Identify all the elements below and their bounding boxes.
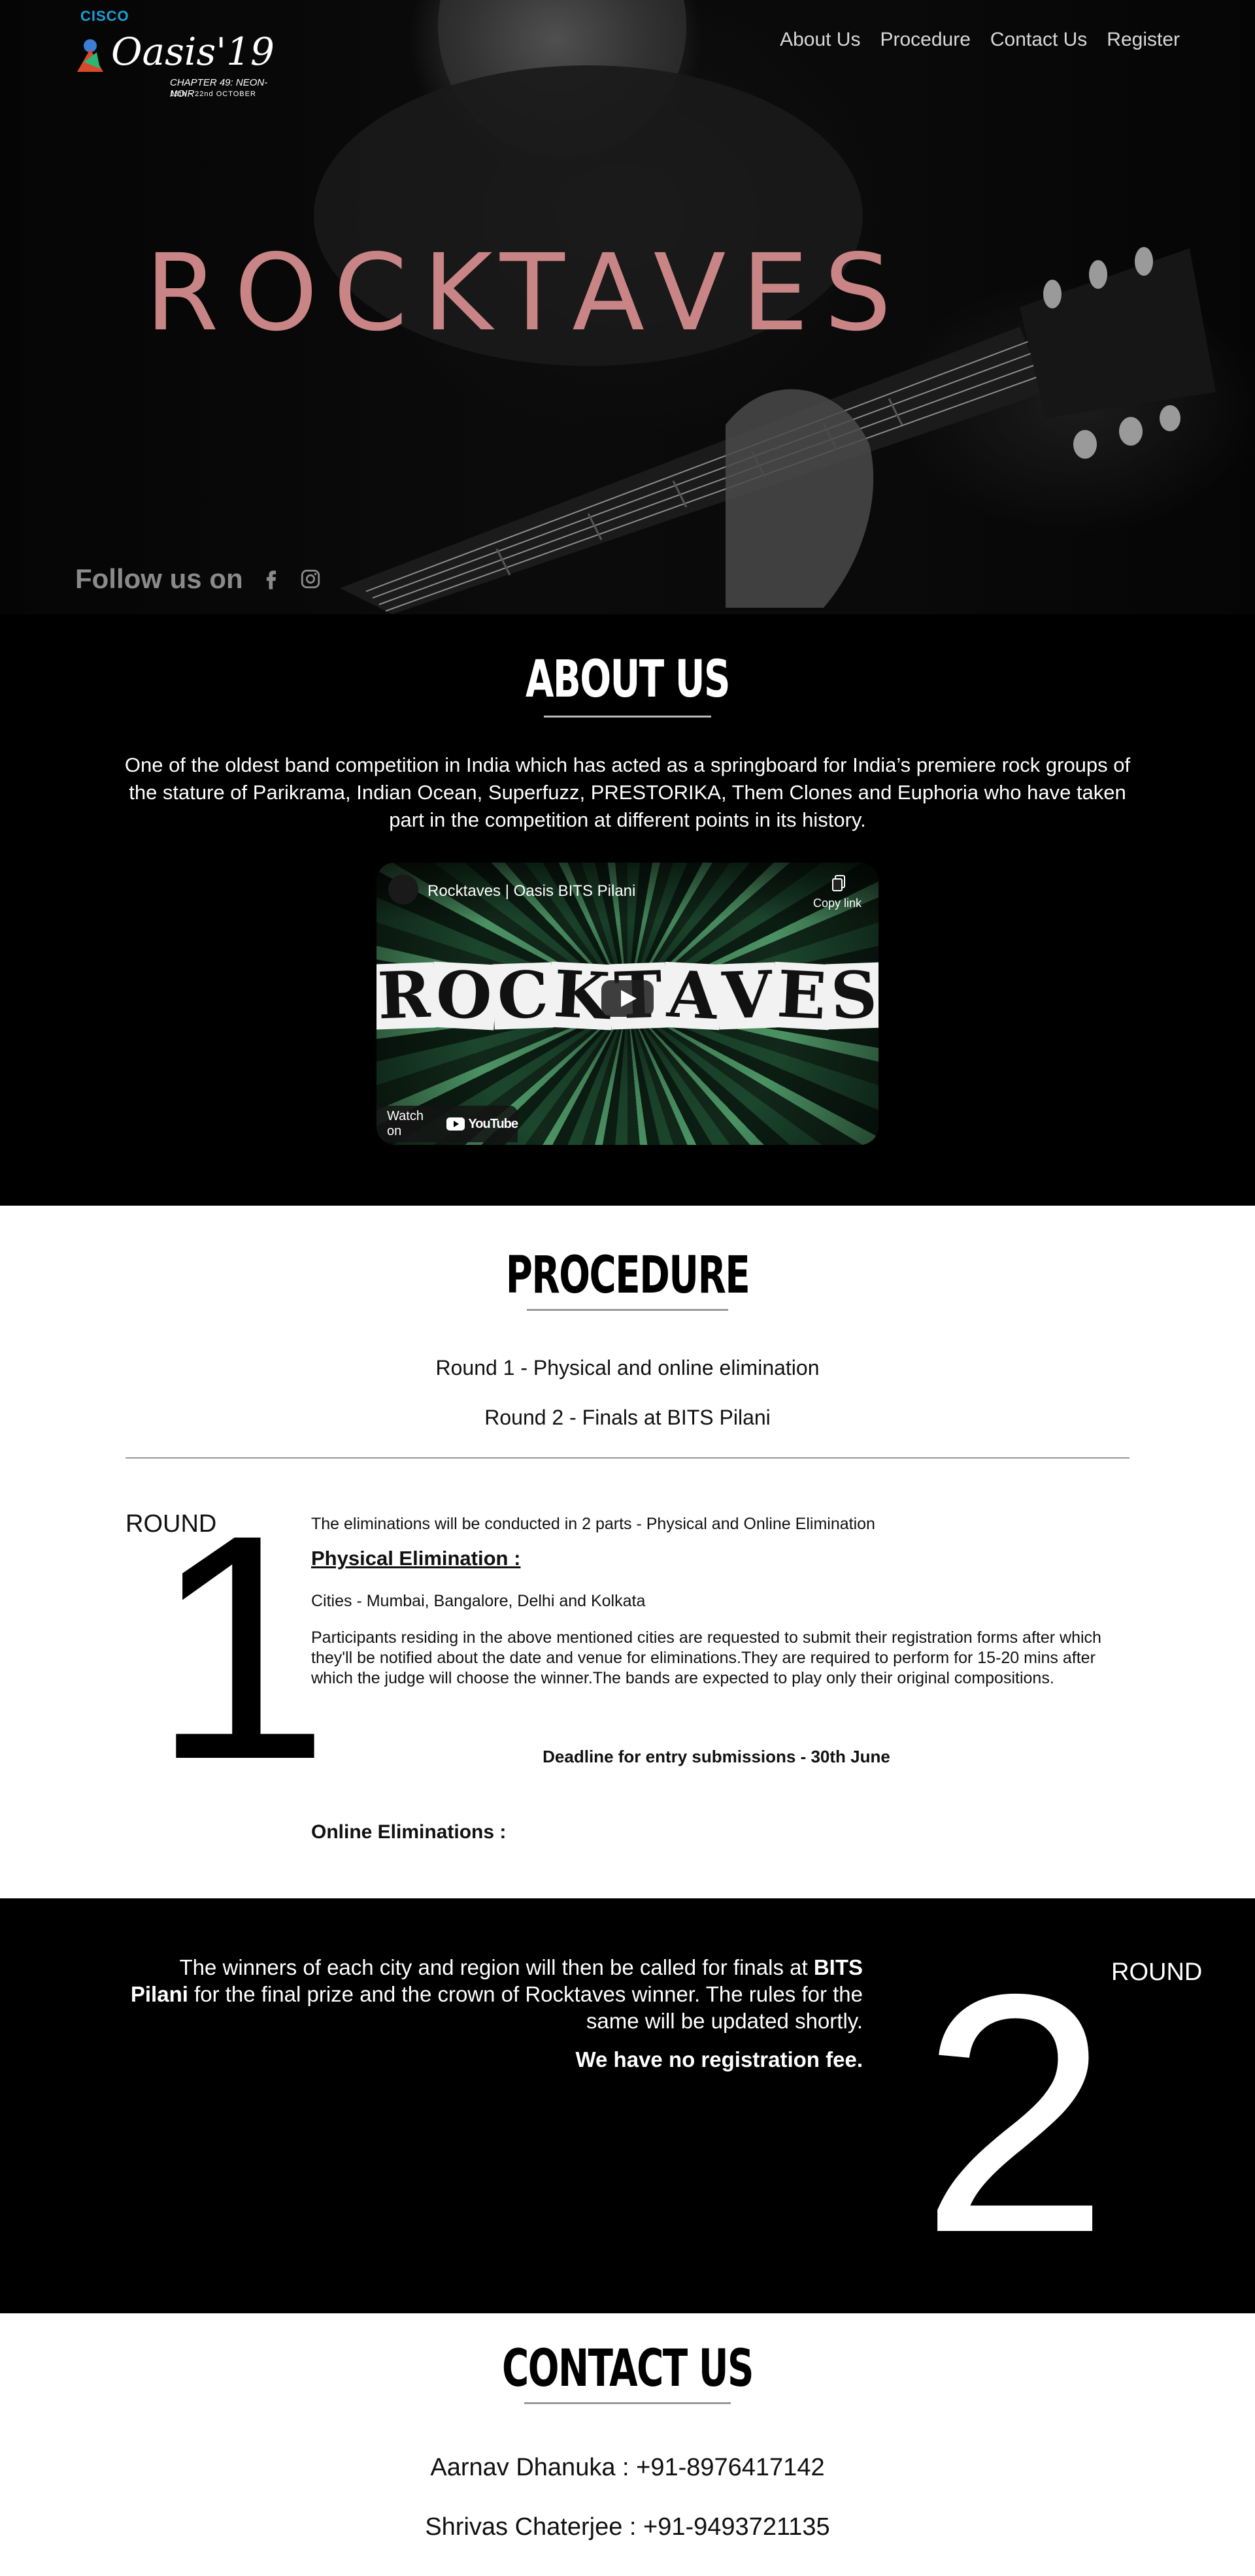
facebook-icon[interactable]	[260, 568, 282, 590]
round-1-summary: Round 1 - Physical and online eliminatio…	[435, 1356, 820, 1379]
hero-title: ROCKTAVES	[145, 232, 907, 355]
about-section: ABOUT US One of the oldest band competit…	[0, 614, 1255, 1206]
procedure-title: PROCEDURE	[505, 1246, 750, 1305]
round-2-description: The winners of each city and region will…	[118, 1954, 863, 2034]
contact-person: Aarnav Dhanuka : +91-8976417142	[430, 2454, 825, 2481]
round-2-section: The winners of each city and region will…	[0, 1898, 1255, 2313]
about-title-underline	[544, 716, 711, 718]
deadline-text: Deadline for entry submissions - 30th Ju…	[543, 1747, 890, 1766]
nav-contact-us[interactable]: Contact Us	[990, 29, 1087, 51]
procedure-title-underline	[527, 1309, 728, 1311]
top-nav: About Us Procedure Contact Us Register	[780, 29, 1180, 51]
procedure-section: PROCEDURE Round 1 - Physical and online …	[0, 1206, 1255, 1898]
round-2-label: ROUND	[1111, 1958, 1203, 1986]
overlay-letter: S	[826, 957, 878, 1034]
contact-title-underline	[524, 2402, 731, 2404]
youtube-logo: YouTube	[446, 1117, 518, 1132]
copy-link-icon[interactable]	[831, 874, 847, 893]
physical-elimination-heading: Physical Elimination :	[311, 1547, 521, 1570]
follow-label: Follow us on	[75, 563, 243, 594]
about-description: One of the oldest band competition in In…	[124, 753, 1131, 831]
nav-register[interactable]: Register	[1107, 29, 1180, 51]
round-2-summary: Round 2 - Finals at BITS Pilani	[484, 1406, 771, 1429]
nav-about-us[interactable]: About Us	[780, 29, 860, 51]
overlay-letter: R	[376, 957, 436, 1034]
round-1-intro: The eliminations will be conducted in 2 …	[311, 1515, 875, 1533]
procedure-divider	[126, 1457, 1130, 1459]
instagram-icon[interactable]	[299, 568, 322, 590]
video-title[interactable]: Rocktaves | Oasis BITS Pilani	[427, 882, 635, 900]
cisco-logo-text: CISCO	[80, 8, 129, 24]
contact-person: Shrivas Chaterjee : +91-9493721135	[425, 2513, 830, 2541]
contact-section: CONTACT US Aarnav Dhanuka : +91-89764171…	[0, 2313, 1255, 2576]
round-2-text-after: for the final prize and the crown of Roc…	[188, 1982, 863, 2033]
logo-dates: 15th - 22nd OCTOBER	[170, 90, 256, 98]
youtube-play-icon	[446, 1117, 465, 1131]
cities-text: Cities - Mumbai, Bangalore, Delhi and Ko…	[311, 1592, 646, 1610]
round-2-number: 2	[920, 1924, 1110, 2304]
follow-us: Follow us on	[75, 563, 322, 595]
physical-elimination-details: Participants residing in the above menti…	[311, 1628, 1101, 1687]
hero-section: CISCO Oasis'19 CHAPTER 49: NEON-NOIR 15t…	[0, 0, 1255, 614]
overlay-letter: O	[430, 957, 498, 1034]
youtube-embed[interactable]: Rocktaves | Oasis BITS Pilani Copy link …	[376, 863, 878, 1145]
watch-on-youtube[interactable]: Watch on YouTube	[376, 1106, 518, 1142]
contact-title: CONTACT US	[501, 2339, 754, 2398]
overlay-letter: V	[717, 957, 777, 1034]
nav-procedure[interactable]: Procedure	[880, 29, 970, 51]
overlay-letter: C	[492, 957, 554, 1034]
overlay-letter: A	[661, 957, 723, 1034]
round-2-text-before: The winners of each city and region will…	[179, 1955, 814, 1979]
oasis-brand-text: Oasis'19	[111, 29, 275, 74]
round-1-number: 1	[152, 1468, 330, 1826]
channel-avatar[interactable]	[388, 874, 418, 904]
overlay-letter: E	[771, 957, 832, 1034]
youtube-wordmark: YouTube	[468, 1116, 518, 1131]
play-button[interactable]	[601, 980, 654, 1017]
about-title: ABOUT US	[525, 650, 730, 709]
registration-fee-note: We have no registration fee.	[575, 2047, 863, 2072]
online-elimination-heading: Online Eliminations :	[311, 1821, 507, 1843]
copy-link-label[interactable]: Copy link	[813, 897, 862, 910]
oasis-mark-icon	[77, 39, 103, 72]
oasis-logo[interactable]: CISCO Oasis'19 CHAPTER 49: NEON-NOIR 15t…	[71, 8, 280, 99]
watch-on-label: Watch on	[387, 1109, 424, 1138]
